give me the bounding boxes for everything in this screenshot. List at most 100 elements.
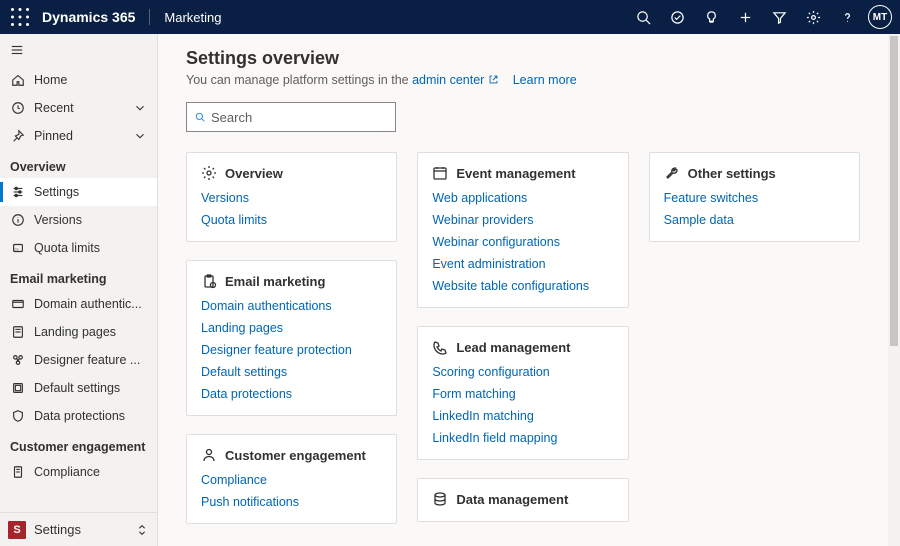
card-link[interactable]: Push notifications — [201, 495, 382, 509]
sidebar-item-label: Versions — [34, 213, 147, 227]
card-link[interactable]: Landing pages — [201, 321, 382, 335]
search-icon[interactable] — [626, 0, 660, 34]
card-title: Other settings — [688, 166, 776, 181]
chevron-down-icon — [133, 101, 147, 115]
search-field[interactable] — [211, 110, 387, 125]
card-link[interactable]: Web applications — [432, 191, 613, 205]
card-link[interactable]: Versions — [201, 191, 382, 205]
plus-icon[interactable] — [728, 0, 762, 34]
database-icon — [432, 491, 448, 507]
card-title: Event management — [456, 166, 575, 181]
sidebar-item-landing[interactable]: Landing pages — [0, 318, 157, 346]
domain-icon — [10, 296, 26, 312]
sidebar-item-dataprot[interactable]: Data protections — [0, 402, 157, 430]
compliance-icon — [10, 464, 26, 480]
card-link[interactable]: Data protections — [201, 387, 382, 401]
sidebar-item-domain[interactable]: Domain authentic... — [0, 290, 157, 318]
sliders-icon — [10, 184, 26, 200]
card-link[interactable]: Domain authentications — [201, 299, 382, 313]
admin-center-link[interactable]: admin center — [412, 73, 484, 87]
card-link[interactable]: Feature switches — [664, 191, 845, 205]
scrollbar-thumb[interactable] — [890, 36, 898, 346]
hamburger-icon[interactable] — [0, 34, 157, 66]
card-link[interactable]: Compliance — [201, 473, 382, 487]
home-icon — [10, 72, 26, 88]
app-launcher-icon[interactable] — [8, 5, 32, 29]
clock-icon — [10, 100, 26, 116]
card-link[interactable]: Website table configurations — [432, 279, 613, 293]
sidebar-item-pinned[interactable]: Pinned — [0, 122, 157, 150]
sidebar-item-label: Pinned — [34, 129, 133, 143]
avatar[interactable]: MT — [868, 5, 892, 29]
search-input[interactable] — [186, 102, 396, 132]
clipboard-icon — [201, 273, 217, 289]
sidebar-item-designer[interactable]: Designer feature ... — [0, 346, 157, 374]
card-link[interactable]: Webinar configurations — [432, 235, 613, 249]
learn-more-link[interactable]: Learn more — [513, 73, 577, 87]
card-link[interactable]: LinkedIn field mapping — [432, 431, 613, 445]
sidebar-item-settings[interactable]: Settings — [0, 178, 157, 206]
designer-icon — [10, 352, 26, 368]
card-event: Event management Web applications Webina… — [417, 152, 628, 308]
sidebar-item-default[interactable]: Default settings — [0, 374, 157, 402]
content: Settings overview You can manage platfor… — [158, 34, 888, 546]
gear-icon — [201, 165, 217, 181]
wrench-icon — [664, 165, 680, 181]
help-icon[interactable] — [830, 0, 864, 34]
module-link[interactable]: Marketing — [164, 10, 221, 25]
sidebar-group-customer: Customer engagement — [0, 430, 157, 458]
sidebar-item-label: Home — [34, 73, 147, 87]
brand-link[interactable]: Dynamics 365 — [42, 9, 135, 25]
quota-icon — [10, 240, 26, 256]
lightbulb-icon[interactable] — [694, 0, 728, 34]
sidebar-item-label: Compliance — [34, 465, 147, 479]
sidebar-item-label: Settings — [34, 185, 147, 199]
card-title: Overview — [225, 166, 283, 181]
info-icon — [10, 212, 26, 228]
card-overview: Overview Versions Quota limits — [186, 152, 397, 242]
sidebar-item-compliance[interactable]: Compliance — [0, 458, 157, 486]
topbar: Dynamics 365 Marketing MT — [0, 0, 900, 34]
sidebar-item-versions[interactable]: Versions — [0, 206, 157, 234]
sidebar-item-quota[interactable]: Quota limits — [0, 234, 157, 262]
top-actions: MT — [626, 0, 892, 34]
shield-icon — [10, 408, 26, 424]
divider — [149, 9, 150, 25]
card-link[interactable]: Designer feature protection — [201, 343, 382, 357]
filter-icon[interactable] — [762, 0, 796, 34]
search-icon — [195, 110, 205, 124]
external-link-icon — [488, 74, 499, 88]
card-title: Email marketing — [225, 274, 325, 289]
scrollbar[interactable] — [888, 34, 900, 546]
default-icon — [10, 380, 26, 396]
card-link[interactable]: Event administration — [432, 257, 613, 271]
card-link[interactable]: Form matching — [432, 387, 613, 401]
card-email: Email marketing Domain authentications L… — [186, 260, 397, 416]
area-switcher[interactable]: S Settings — [0, 512, 157, 546]
sidebar: Home Recent Pinned Overview Settings Ver… — [0, 34, 158, 546]
sidebar-item-recent[interactable]: Recent — [0, 94, 157, 122]
card-link[interactable]: Default settings — [201, 365, 382, 379]
gear-icon[interactable] — [796, 0, 830, 34]
card-other: Other settings Feature switches Sample d… — [649, 152, 860, 242]
card-link[interactable]: Scoring configuration — [432, 365, 613, 379]
calendar-icon — [432, 165, 448, 181]
sidebar-item-label: Domain authentic... — [34, 297, 147, 311]
sidebar-item-home[interactable]: Home — [0, 66, 157, 94]
card-datamgmt: Data management — [417, 478, 628, 522]
sidebar-group-email: Email marketing — [0, 262, 157, 290]
updown-icon — [135, 523, 149, 537]
card-link[interactable]: LinkedIn matching — [432, 409, 613, 423]
card-columns: Overview Versions Quota limits Email mar… — [186, 152, 860, 524]
card-link[interactable]: Webinar providers — [432, 213, 613, 227]
card-link[interactable]: Quota limits — [201, 213, 382, 227]
page-title: Settings overview — [186, 48, 860, 69]
subtitle-text: You can manage platform settings in the — [186, 73, 412, 87]
card-link[interactable]: Sample data — [664, 213, 845, 227]
subtitle: You can manage platform settings in the … — [186, 73, 860, 88]
sidebar-group-overview: Overview — [0, 150, 157, 178]
task-icon[interactable] — [660, 0, 694, 34]
person-icon — [201, 447, 217, 463]
chevron-down-icon — [133, 129, 147, 143]
sidebar-item-label: Quota limits — [34, 241, 147, 255]
